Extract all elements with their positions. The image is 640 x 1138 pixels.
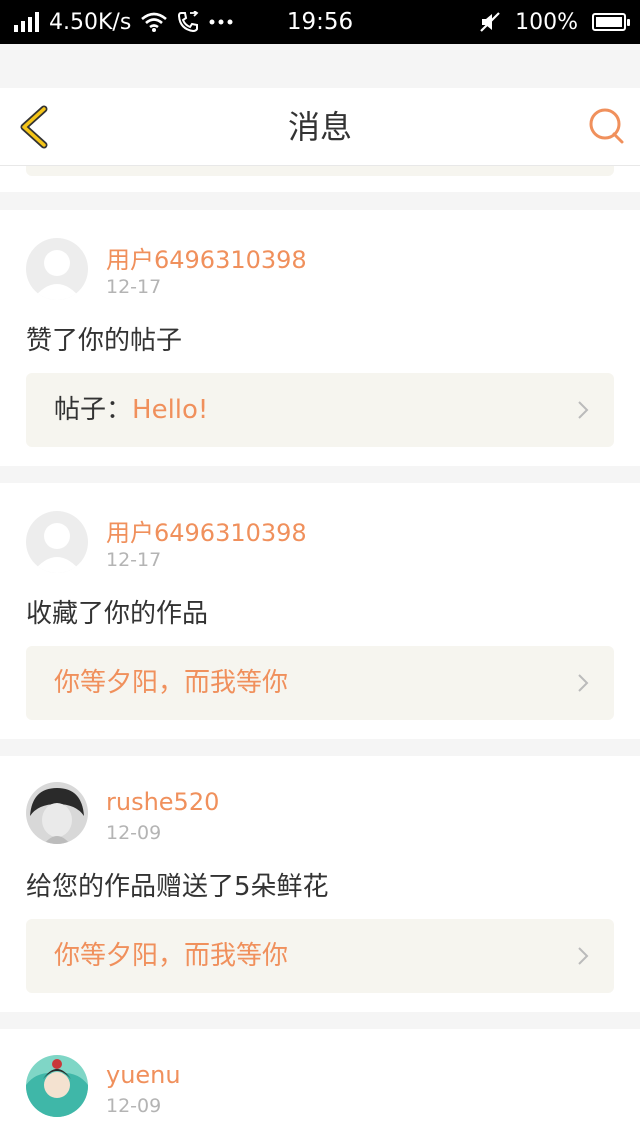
ref-title: 你等夕阳，而我等你: [54, 941, 289, 971]
ref-title: Hello!: [132, 395, 209, 425]
chevron-right-icon: [578, 947, 589, 965]
username[interactable]: yuenu: [106, 1061, 181, 1089]
action-text: 收藏了你的作品: [26, 599, 209, 629]
avatar[interactable]: [26, 782, 88, 844]
previous-card-remnant: [0, 166, 640, 192]
chevron-right-icon: [578, 674, 589, 692]
username[interactable]: 用户6496310398: [106, 240, 307, 275]
ref-text: 你等夕阳，而我等你: [54, 919, 288, 993]
page-title: 消息: [287, 108, 352, 146]
action-text: 给您的作品赠送了5朵鲜花: [26, 872, 329, 902]
search-icon: [589, 108, 624, 144]
timestamp: 12-17: [106, 549, 162, 571]
search-button[interactable]: [586, 106, 626, 146]
status-bar: 4.50K/s 19:56 100%: [0, 0, 640, 44]
ref-prefix: 帖子：: [54, 395, 133, 425]
header: 消息: [0, 88, 640, 166]
timestamp: 12-09: [106, 822, 162, 844]
action-text: 赞了你的帖子: [26, 326, 183, 356]
message-card[interactable]: rushe520 12-09 给您的作品赠送了5朵鲜花 你等夕阳，而我等你: [0, 756, 640, 1012]
post-link[interactable]: 帖子：Hello!: [26, 373, 614, 447]
timestamp: 12-17: [106, 276, 162, 298]
message-card[interactable]: yuenu 12-09: [0, 1029, 640, 1138]
username[interactable]: 用户6496310398: [106, 513, 307, 548]
ref-title: 你等夕阳，而我等你: [54, 668, 289, 698]
mute-icon: [480, 12, 500, 32]
avatar[interactable]: [26, 1055, 88, 1117]
status-right: 100%: [479, 0, 630, 44]
battery-percent: 100%: [515, 9, 578, 35]
message-card[interactable]: 用户6496310398 12-17 收藏了你的作品 你等夕阳，而我等你: [0, 483, 640, 739]
username[interactable]: rushe520: [106, 788, 219, 816]
timestamp: 12-09: [106, 1095, 162, 1117]
ref-text: 帖子：Hello!: [54, 373, 208, 447]
ref-text: 你等夕阳，而我等你: [54, 646, 288, 720]
battery-icon: [592, 13, 630, 31]
chevron-right-icon: [578, 401, 589, 419]
work-link[interactable]: 你等夕阳，而我等你: [26, 919, 614, 993]
message-card[interactable]: 用户6496310398 12-17 赞了你的帖子 帖子：Hello!: [0, 210, 640, 466]
avatar[interactable]: [26, 511, 88, 573]
work-link[interactable]: 你等夕阳，而我等你: [26, 646, 614, 720]
avatar[interactable]: [26, 238, 88, 300]
